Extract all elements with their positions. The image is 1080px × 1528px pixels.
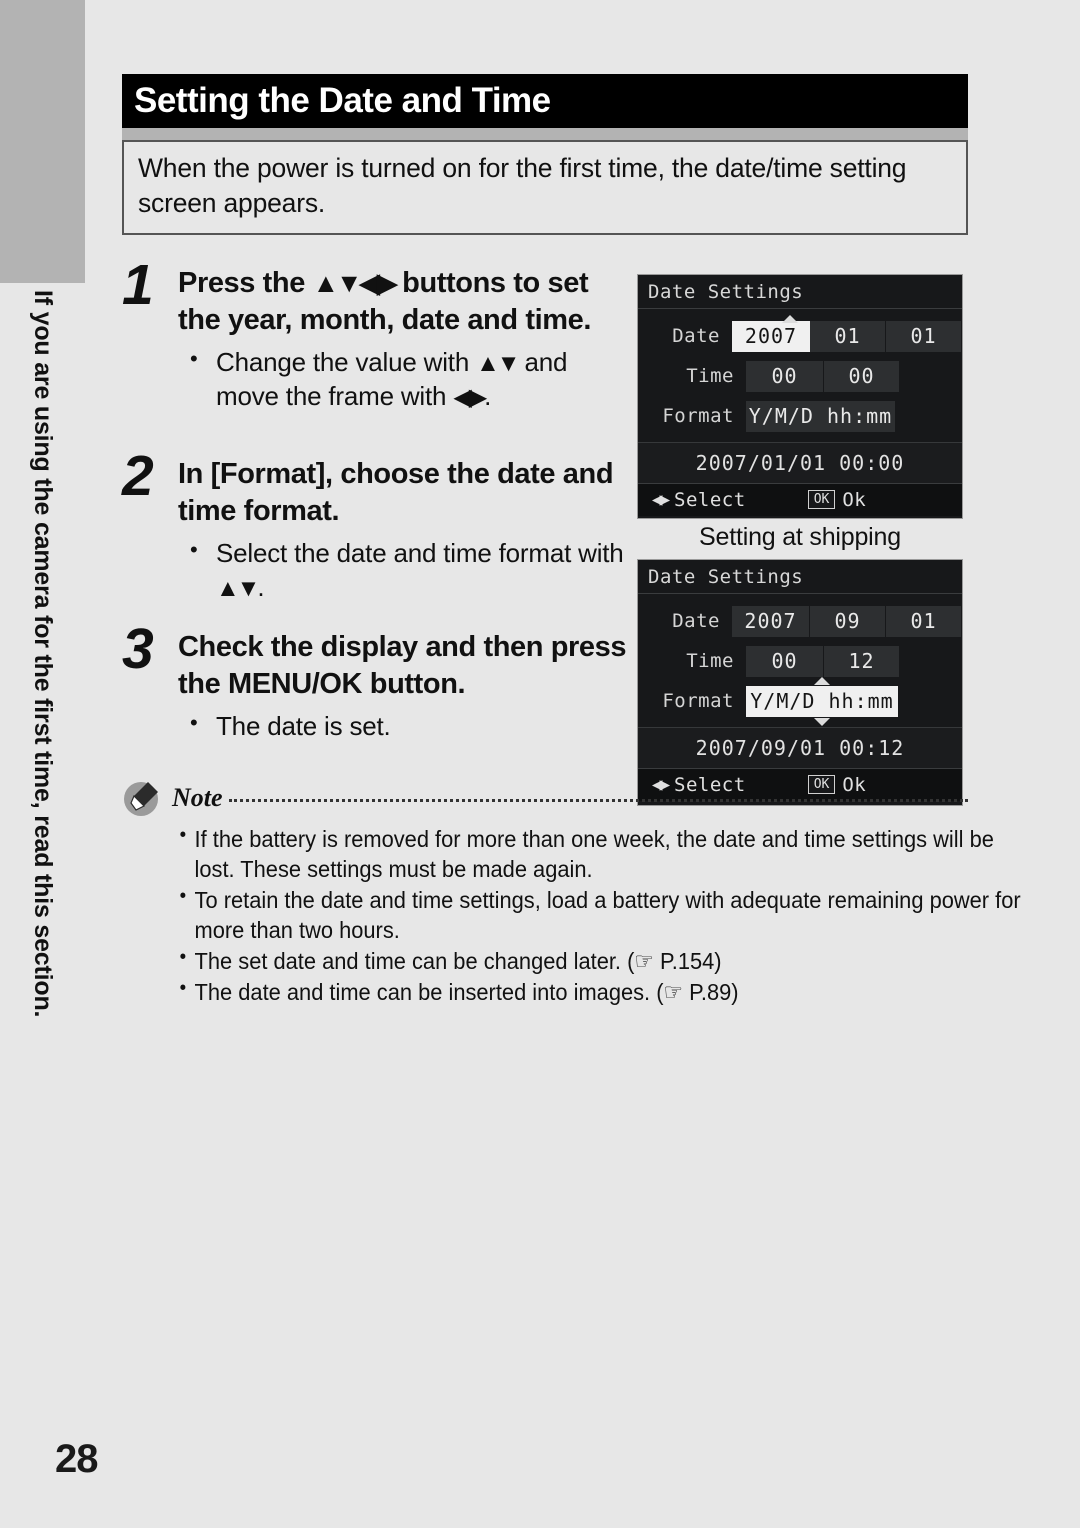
intro-box: When the power is turned on for the firs… xyxy=(122,140,968,235)
list-item: The set date and time can be changed lat… xyxy=(122,945,1036,976)
step-1: 1 Press the ▲▼◀▶ buttons to set the year… xyxy=(122,256,632,414)
bullet-post: . xyxy=(484,380,492,411)
list-item: Select the date and time format with ▲▼. xyxy=(178,536,632,605)
note-divider xyxy=(228,799,968,803)
step-1-bullets: Change the value with ▲▼ and move the fr… xyxy=(178,345,632,414)
lcd-screenshot-configured: Date Settings Date 2007 09 01 Time 00 12 xyxy=(637,558,963,806)
lcd-field-month[interactable]: 09 xyxy=(810,605,886,637)
step-3: 3 Check the display and then press the M… xyxy=(122,620,632,744)
note-header: Note xyxy=(122,778,968,818)
page-content: Setting the Date and Time When the power… xyxy=(122,74,1021,1008)
step-1-number: 1 xyxy=(122,252,154,317)
lcd-title: Date Settings xyxy=(638,274,962,309)
lcd-field-minute[interactable]: 12 xyxy=(824,645,900,677)
ok-key-icon: OK xyxy=(807,490,836,510)
bullet-pre: Change the value with xyxy=(216,347,477,378)
lcd-row-date: Date 2007 09 01 xyxy=(638,603,962,640)
lcd-summary: 2007/09/01 00:12 xyxy=(638,726,962,768)
steps-and-screens: 1 Press the ▲▼◀▶ buttons to set the year… xyxy=(122,256,968,806)
list-item: Change the value with ▲▼ and move the fr… xyxy=(178,345,632,414)
step-2-heading: In [Format], choose the date and time fo… xyxy=(178,456,632,530)
lcd-select-label: Select xyxy=(674,488,746,511)
step-3-bullets: The date is set. xyxy=(178,709,632,744)
step-2-bullets: Select the date and time format with ▲▼. xyxy=(178,536,632,605)
note-section: Note If the battery is removed for more … xyxy=(122,778,1021,1007)
chapter-tab-block xyxy=(0,0,85,283)
lcd-screenshot-initial: Date Settings Date 2007 01 01 Time 00 00 xyxy=(637,273,963,519)
intro-text: When the power is turned on for the firs… xyxy=(138,153,907,218)
lcd-date-fields: 2007 01 01 xyxy=(732,320,962,352)
dpad-arrows-icon: ▲▼◀▶ xyxy=(312,267,398,298)
step-3-heading: Check the display and then press the MEN… xyxy=(178,629,632,703)
left-right-arrows-icon: ◀▶ xyxy=(453,383,487,411)
left-right-arrows-icon: ◀▶ xyxy=(652,489,670,510)
lcd-row-format: Format Y/M/D hh:mm xyxy=(638,683,962,726)
lcd-field-day[interactable]: 01 xyxy=(886,320,962,352)
lcd-label-time: Time xyxy=(686,650,734,673)
note-memo-icon xyxy=(120,776,164,820)
lcd-row-time: Time 00 12 xyxy=(638,643,962,685)
step-3-heading-pre: Check the display and then press the MEN… xyxy=(178,630,627,700)
bullet-pre: Select the date and time format with xyxy=(216,537,624,568)
step-1-heading: Press the ▲▼◀▶ buttons to set the year, … xyxy=(178,265,632,339)
section-title-bar: Setting the Date and Time xyxy=(122,74,968,128)
selection-caret-down-icon xyxy=(814,717,830,726)
lcd-summary: 2007/01/01 00:00 xyxy=(638,441,962,483)
steps-column: 1 Press the ▲▼◀▶ buttons to set the year… xyxy=(122,256,632,744)
step-1-heading-pre: Press the xyxy=(178,266,313,299)
lcd-format-fields: Y/M/D hh:mm xyxy=(746,685,962,717)
lcd-field-month[interactable]: 01 xyxy=(810,320,886,352)
selection-caret-up-icon xyxy=(782,314,798,323)
bullet-pre: The date is set. xyxy=(216,710,391,741)
up-down-arrows-icon: ▲▼ xyxy=(216,574,260,602)
title-underbar xyxy=(122,128,968,140)
lcd-date-fields: 2007 09 01 xyxy=(732,605,962,637)
note-items: If the battery is removed for more than … xyxy=(122,823,1021,1007)
list-item: The date is set. xyxy=(178,709,632,744)
lcd-field-format[interactable]: Y/M/D hh:mm xyxy=(746,685,898,717)
lcd-footer-bar: ◀▶ Select OK Ok xyxy=(638,482,962,516)
step-2-number: 2 xyxy=(122,443,154,508)
lcd-row-date: Date 2007 01 01 xyxy=(638,314,962,355)
note-label: Note xyxy=(172,782,223,812)
lcd-field-hour[interactable]: 00 xyxy=(746,360,824,392)
lcd-title: Date Settings xyxy=(638,559,962,594)
lcd-field-hour[interactable]: 00 xyxy=(746,645,824,677)
up-down-arrows-icon: ▲▼ xyxy=(476,350,520,378)
lcd-label-format: Format xyxy=(662,690,734,713)
lcd-time-fields: 00 00 xyxy=(746,360,962,392)
list-item: If the battery is removed for more than … xyxy=(122,823,1036,884)
lcd-label-date: Date xyxy=(672,610,720,633)
lcd-field-year[interactable]: 2007 xyxy=(732,320,810,352)
step-2: 2 In [Format], choose the date and time … xyxy=(122,447,632,605)
side-tab-label: If you are using the camera for the firs… xyxy=(27,290,79,1190)
lcd-body: Date 2007 09 01 Time 00 12 Format Y/M/D … xyxy=(638,594,962,727)
lcd-row-format: Format Y/M/D hh:mm xyxy=(638,398,962,435)
lcd-label-format: Format xyxy=(662,405,734,428)
step-3-number: 3 xyxy=(122,616,154,681)
side-tab-text: If you are using the camera for the firs… xyxy=(29,290,57,1018)
step-2-heading-pre: In [Format], choose the date and time fo… xyxy=(178,457,614,527)
shipping-caption: Setting at shipping xyxy=(699,522,901,551)
list-item: To retain the date and time settings, lo… xyxy=(122,884,1036,945)
lcd-field-minute[interactable]: 00 xyxy=(824,360,900,392)
bullet-post: . xyxy=(257,571,265,602)
lcd-body: Date 2007 01 01 Time 00 00 Format Y/M/D … xyxy=(638,309,962,442)
list-item: The date and time can be inserted into i… xyxy=(122,976,1036,1007)
lcd-label-date: Date xyxy=(672,325,720,348)
lcd-time-fields: 00 12 xyxy=(746,645,962,677)
lcd-row-time: Time 00 00 xyxy=(638,358,962,395)
lcd-field-format[interactable]: Y/M/D hh:mm xyxy=(746,400,896,432)
page-number: 28 xyxy=(55,1437,98,1481)
lcd-field-day[interactable]: 01 xyxy=(886,605,962,637)
lcd-label-time: Time xyxy=(686,365,734,388)
lcd-field-year[interactable]: 2007 xyxy=(732,605,810,637)
lcd-format-fields: Y/M/D hh:mm xyxy=(746,400,962,432)
lcd-ok-label: Ok xyxy=(842,488,867,511)
page-title: Setting the Date and Time xyxy=(134,81,551,120)
